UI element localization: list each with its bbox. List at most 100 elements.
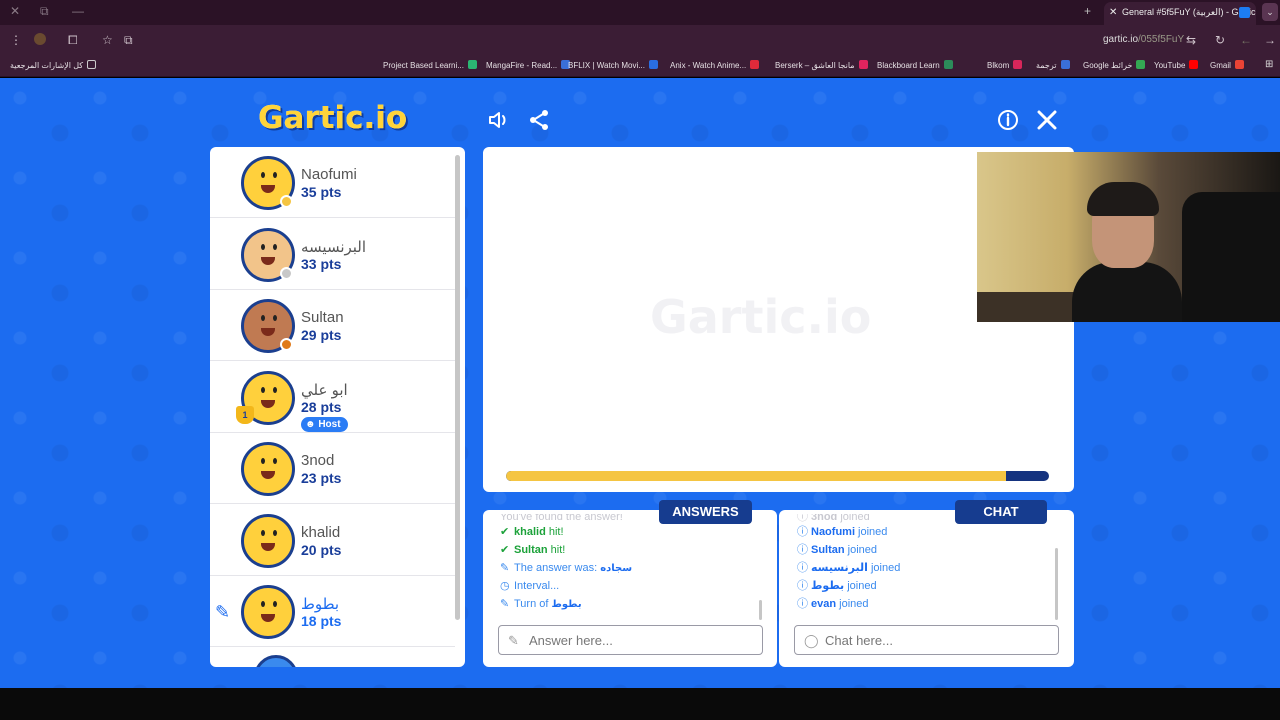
message-user: Sultan	[811, 544, 845, 556]
bookmark-item[interactable]: Berserk – مانجا العاشق	[775, 60, 868, 70]
bookmark-item[interactable]: Gmail	[1210, 60, 1244, 70]
bookmark-favicon-icon	[750, 60, 760, 69]
bookmark-favicon-icon	[467, 60, 477, 69]
rank-dot-icon	[280, 266, 293, 280]
address-bar[interactable]: gartic.io/055f5FuY	[1103, 34, 1184, 45]
player-points: 18 pts	[301, 613, 342, 629]
tab-title: General #5f5FuY (العربية) - Gartic	[1122, 7, 1256, 17]
player-row[interactable]: ✎ بطوط 18 pts	[210, 576, 455, 647]
log-message: ⓘ Naofumi joined	[797, 523, 1052, 541]
trophy-icon: 1	[236, 405, 254, 424]
info-icon: ⓘ	[797, 562, 808, 574]
message-text: joined	[844, 544, 878, 556]
player-row[interactable]: Naofumi 35 pts	[210, 147, 455, 218]
bookmark-item[interactable]: YouTube	[1154, 60, 1199, 70]
bookmark-label: MangaFire - Read...	[486, 61, 558, 70]
drawing-pencil-icon: ✎	[215, 602, 231, 622]
url-host: gartic.io	[1103, 34, 1139, 45]
bookmark-item[interactable]: Blackboard Learn	[877, 60, 953, 70]
log-message: ⓘ البرنسيسه joined	[797, 559, 1052, 577]
profile-avatar[interactable]	[34, 33, 46, 45]
window-maximize-icon[interactable]: ⧉	[40, 4, 49, 19]
window-minimize-icon[interactable]: —	[72, 4, 84, 18]
message-text: joined	[867, 562, 901, 574]
log-message: ✔ Sultan hit!	[500, 541, 760, 559]
chat-bubble-icon: ◯	[804, 633, 819, 648]
bookmark-item[interactable]: ترجمة	[1036, 60, 1070, 70]
reload-icon[interactable]: ↻	[1215, 33, 1225, 47]
player-points: 20 pts	[301, 541, 342, 558]
site-settings-icon[interactable]: ⇆	[1186, 33, 1196, 47]
message-text: Interval...	[514, 580, 560, 592]
player-name: البرنسيسه	[301, 238, 367, 256]
bookmark-item[interactable]: Project Based Learni...	[383, 60, 477, 70]
message-user: Sultan	[514, 544, 548, 556]
share-icon[interactable]	[527, 108, 551, 132]
bookmark-star-icon[interactable]: ☆	[102, 33, 113, 47]
info-icon[interactable]	[996, 108, 1020, 132]
chat-input-box[interactable]: ◯	[794, 625, 1059, 655]
rank-dot-icon	[280, 195, 293, 208]
bookmark-item[interactable]: Blkom	[987, 60, 1023, 70]
bookmarks-grid-icon[interactable]: ⊞	[1265, 59, 1273, 70]
player-name: khalid	[301, 523, 341, 541]
message-text: hit!	[545, 526, 564, 538]
player-avatar	[254, 655, 298, 667]
extensions-icon[interactable]: ⧠	[68, 33, 78, 48]
player-row[interactable]: 3nod 23 pts	[210, 433, 455, 504]
bookmark-item[interactable]: Anix - Watch Anime...	[670, 60, 760, 70]
player-row[interactable]: 1 ابو علي 28 pts ☻ Host	[210, 362, 455, 433]
gartic-logo: Gartic.io	[258, 100, 408, 136]
window-close-icon[interactable]: ✕	[10, 4, 20, 18]
player-name: ابو علي	[301, 381, 348, 399]
bookmark-label: Google خرائط	[1083, 61, 1133, 70]
all-bookmarks-folder[interactable]: كل الإشارات المرجعية	[10, 60, 97, 70]
browser-tab-active[interactable]: ✕ General #5f5FuY (العربية) - Gartic	[1104, 2, 1256, 25]
menu-dots-icon[interactable]: ⋮	[10, 33, 22, 47]
back-icon[interactable]: ←	[1240, 33, 1252, 47]
message-text: Turn of	[514, 598, 552, 610]
player-points: 29 pts	[301, 327, 342, 343]
player-name: بطوط	[301, 596, 340, 613]
bookmark-favicon-icon	[858, 60, 868, 69]
check-icon: ✔	[500, 544, 510, 556]
log-message: ⓘ بطوط joined	[797, 577, 1052, 595]
player-points: 23 pts	[301, 470, 342, 486]
bookmark-item[interactable]: Google خرائط	[1083, 60, 1146, 70]
bookmark-item[interactable]: MangaFire - Read...	[486, 60, 571, 70]
bookmark-item[interactable]: BFLIX | Watch Movi...	[568, 60, 658, 70]
players-scrollbar[interactable]	[455, 155, 460, 620]
info-icon: ⓘ	[797, 544, 808, 556]
forward-icon[interactable]: →	[1264, 33, 1276, 47]
message-text: You've found the answer!	[500, 514, 623, 523]
tab-search-icon[interactable]: ⌄	[1262, 3, 1278, 21]
log-message: ⓘ 3nod joined	[797, 514, 1052, 523]
answer-input-box[interactable]: ✎	[498, 625, 763, 655]
message-user: Naofumi	[811, 526, 855, 538]
tab-close-icon[interactable]: ✕	[1109, 2, 1117, 23]
bookmark-label: YouTube	[1154, 61, 1186, 70]
answers-scrollbar[interactable]	[759, 600, 762, 620]
player-row[interactable]: Sultan 29 pts	[210, 290, 455, 361]
bookmark-favicon-icon	[943, 60, 953, 69]
bookmark-label: Berserk – مانجا العاشق	[775, 61, 855, 70]
chat-scrollbar[interactable]	[1055, 548, 1058, 620]
log-message: ✎ The answer was: سجاده	[500, 559, 760, 577]
round-timer-fill	[506, 471, 1006, 481]
player-points: 28 pts	[301, 398, 342, 415]
all-bookmarks-label: كل الإشارات المرجعية	[10, 61, 84, 70]
player-avatar	[241, 513, 295, 568]
message-text: joined	[855, 526, 888, 538]
chat-input[interactable]	[825, 631, 1045, 649]
exit-close-icon[interactable]	[1035, 108, 1059, 132]
message-value: سجاده	[600, 563, 633, 574]
message-user: khalid	[514, 526, 546, 538]
player-name: 3nod	[301, 452, 335, 469]
player-row[interactable]: khalid 20 pts	[210, 505, 455, 576]
info-icon: ⓘ	[797, 526, 808, 538]
answer-input[interactable]	[529, 631, 749, 649]
new-tab-icon[interactable]: +	[1084, 4, 1091, 18]
sound-muted-icon[interactable]	[487, 108, 511, 132]
share-page-icon[interactable]: ⧉	[124, 33, 133, 48]
player-row[interactable]: البرنسيسه 33 pts	[210, 219, 455, 290]
